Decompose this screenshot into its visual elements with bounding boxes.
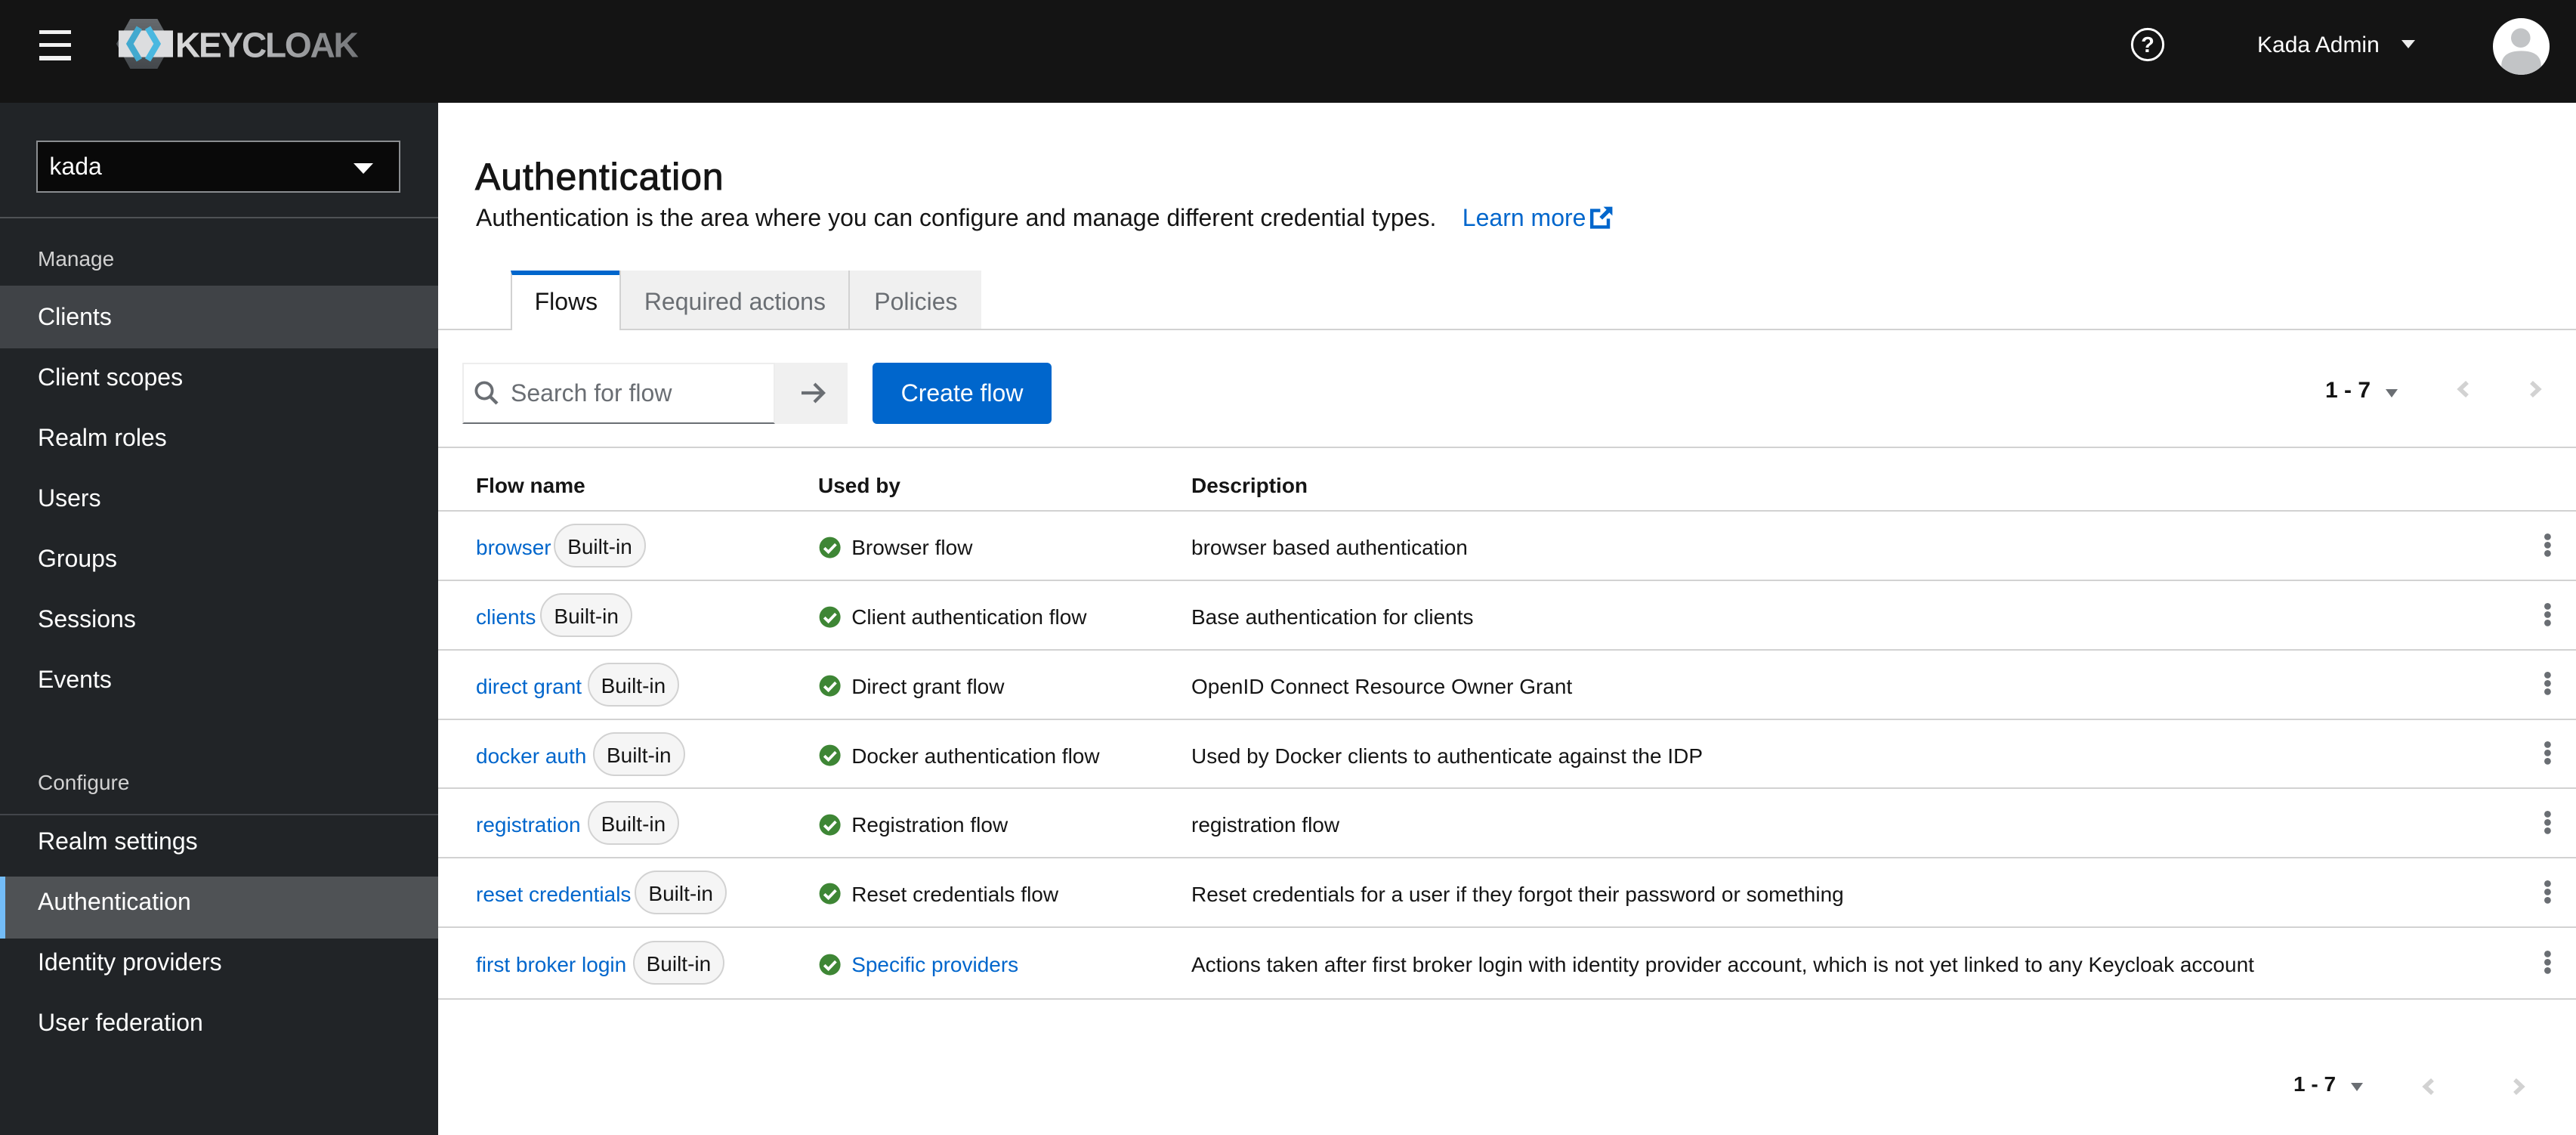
svg-text:?: ?: [2141, 33, 2154, 57]
svg-text:KEYCLOAK: KEYCLOAK: [175, 25, 359, 64]
